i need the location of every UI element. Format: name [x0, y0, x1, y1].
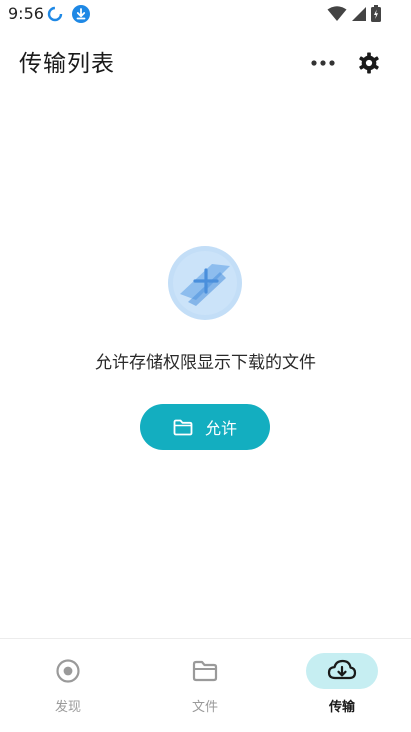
transfer-illustration — [168, 246, 242, 320]
more-horizontal-icon — [311, 60, 335, 66]
wifi-icon — [327, 5, 347, 21]
nav-icon-container — [169, 653, 241, 689]
gear-icon — [359, 52, 379, 74]
signal-icon — [352, 6, 366, 21]
download-icon — [72, 5, 90, 23]
allow-button[interactable]: 允许 — [140, 404, 270, 450]
nav-label-transfer: 传输 — [328, 700, 355, 715]
bottom-navigation: 发现 文件 传输 — [0, 638, 411, 732]
nav-item-files[interactable]: 文件 — [165, 653, 245, 719]
status-icons — [327, 5, 381, 22]
allow-button-label: 允许 — [204, 419, 237, 438]
settings-button[interactable] — [352, 46, 386, 80]
status-bar: 9:56 — [0, 0, 411, 28]
nav-label-discover: 发现 — [54, 700, 81, 715]
app-bar: 传输列表 — [0, 34, 411, 90]
discover-icon — [56, 659, 80, 683]
folder-icon — [173, 419, 193, 435]
nav-icon-container — [32, 653, 104, 689]
nav-item-discover[interactable]: 发现 — [28, 653, 108, 719]
more-button[interactable] — [306, 46, 340, 80]
page-title: 传输列表 — [19, 51, 115, 77]
battery-icon — [371, 5, 381, 22]
nav-label-files: 文件 — [191, 700, 218, 715]
nav-item-transfer[interactable]: 传输 — [302, 653, 382, 719]
status-time: 9:56 — [8, 4, 44, 23]
sync-icon — [47, 6, 63, 22]
cloud-download-icon — [327, 659, 357, 680]
folder-icon — [192, 660, 218, 682]
empty-state-message: 允许存储权限显示下载的文件 — [95, 353, 316, 373]
nav-icon-container-active — [306, 653, 378, 689]
